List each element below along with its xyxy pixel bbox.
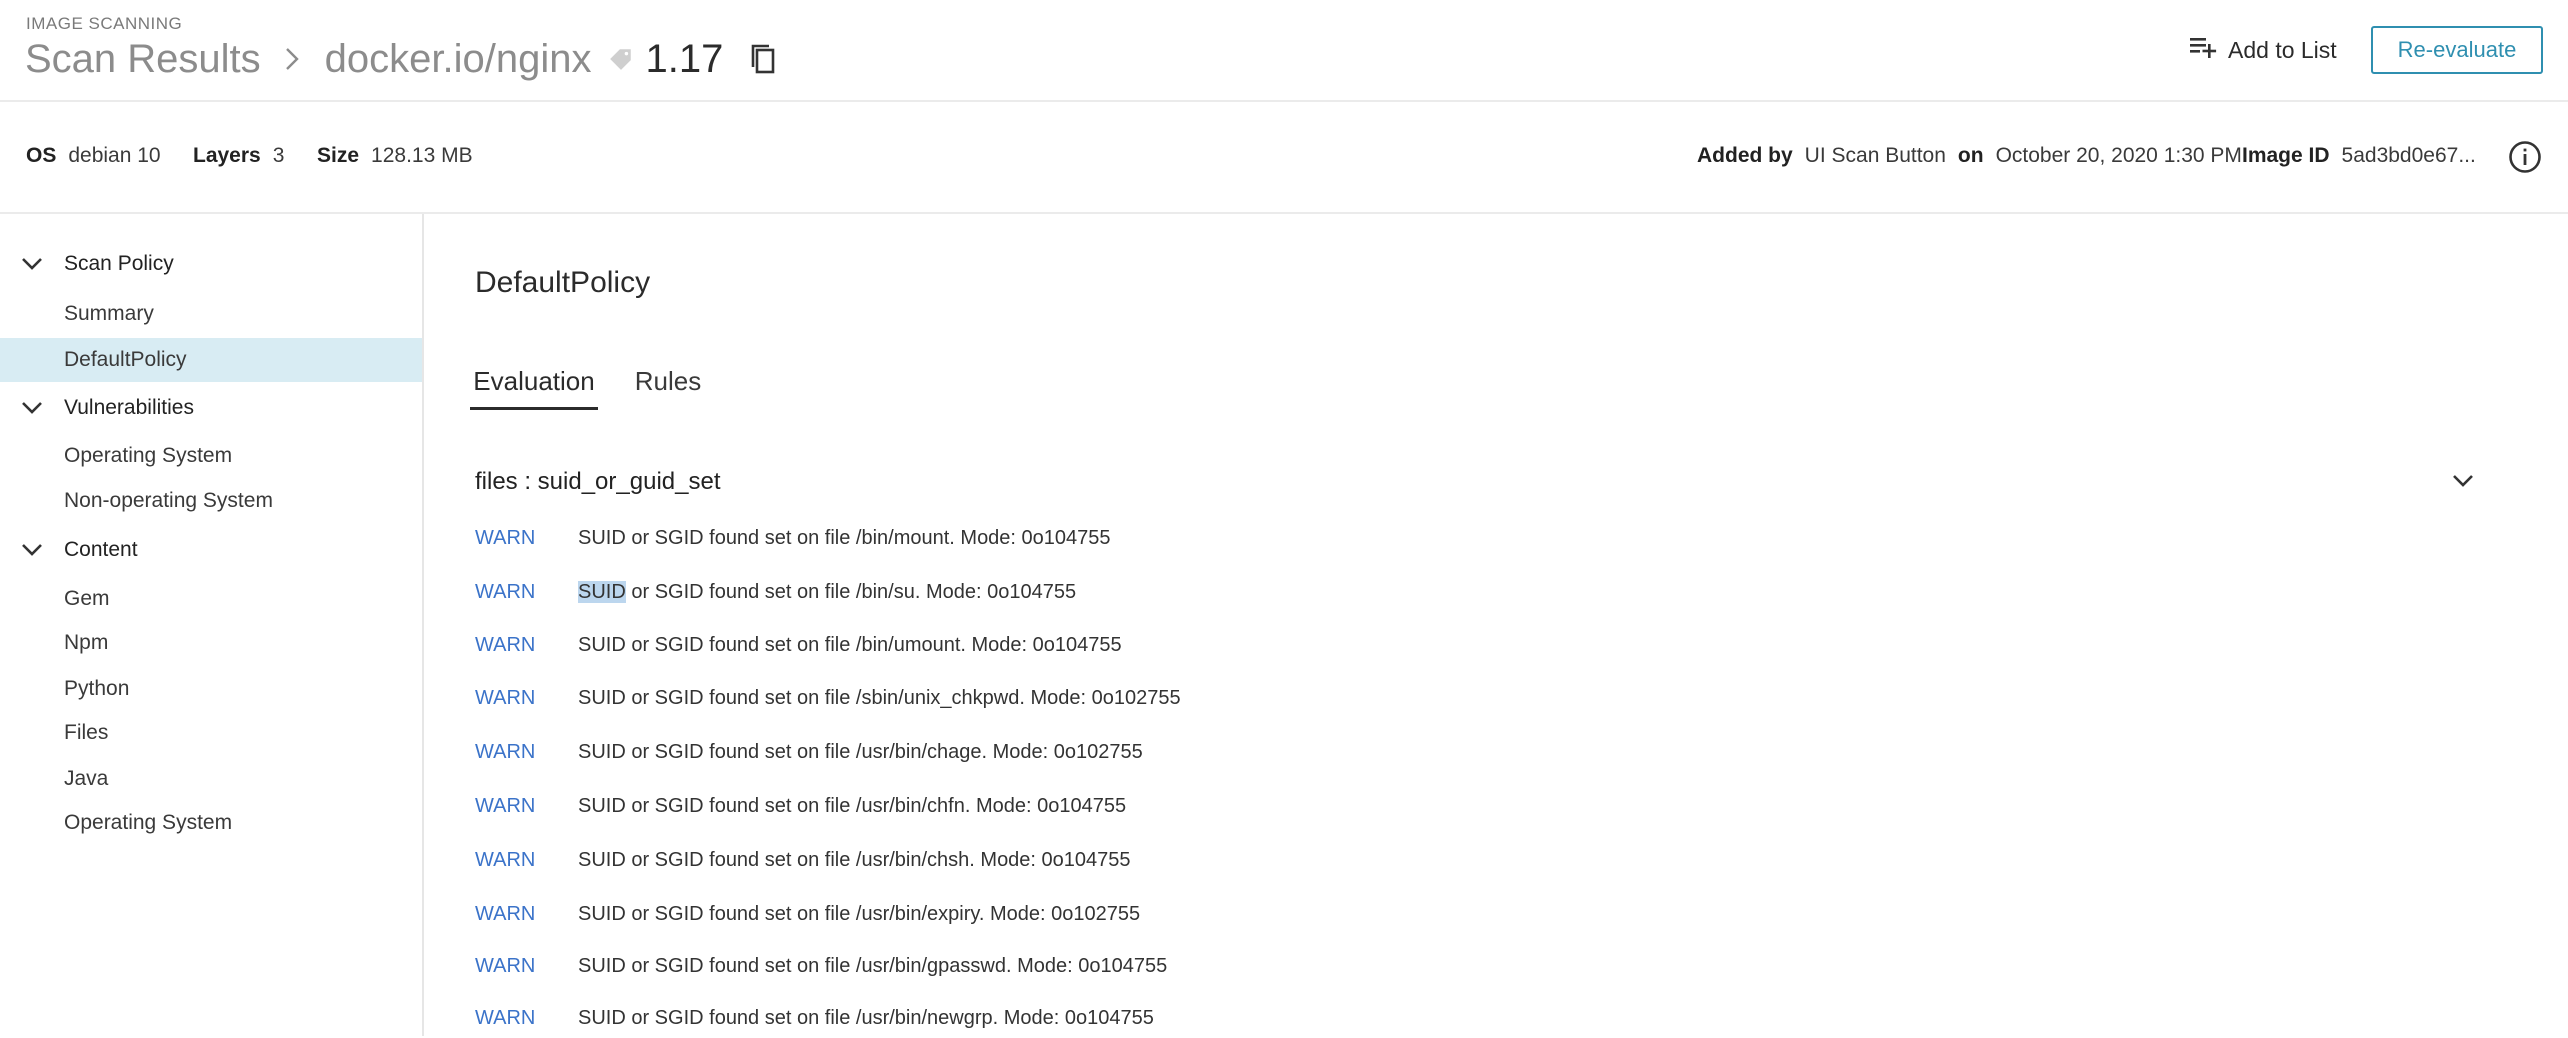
warn-link[interactable]: WARN bbox=[475, 955, 578, 978]
meta-added-by-label: Added by bbox=[1697, 144, 1793, 167]
image-tag: 1.17 bbox=[645, 36, 724, 81]
re-evaluate-button[interactable]: Re-evaluate bbox=[2371, 26, 2543, 74]
evaluation-row: WARN SUID or SGID found set on file /sbi… bbox=[475, 678, 2475, 718]
evaluation-row: WARN SUID or SGID found set on file /usr… bbox=[475, 732, 2475, 772]
evaluation-row: WARN SUID or SGID found set on file /bin… bbox=[475, 518, 2475, 558]
chevron-down-icon bbox=[0, 401, 64, 415]
sidebar-item-operating-system[interactable]: Operating System bbox=[0, 434, 422, 478]
chevron-down-icon bbox=[0, 257, 64, 271]
rule-group-title: files : suid_or_guid_set bbox=[475, 468, 721, 495]
sidebar-section-title: Content bbox=[64, 538, 138, 561]
meta-os-label: OS bbox=[26, 144, 57, 167]
sidebar-nav: Scan Policy Summary DefaultPolicy Vulner… bbox=[0, 214, 424, 1036]
row-message: SUID or SGID found set on file /bin/su. … bbox=[578, 580, 1077, 604]
row-message-rest: or SGID found set on file /bin/su. Mode:… bbox=[625, 580, 1077, 603]
meta-layers-label: Layers bbox=[193, 144, 261, 167]
meta-size-value: 128.13 MB bbox=[371, 144, 473, 167]
sidebar-section-title: Vulnerabilities bbox=[64, 396, 194, 419]
meta-added-by-value: UI Scan Button bbox=[1804, 144, 1946, 167]
sidebar-item-python[interactable]: Python bbox=[0, 667, 422, 711]
selected-text: SUID bbox=[578, 580, 626, 603]
warn-link[interactable]: WARN bbox=[475, 795, 578, 818]
sidebar-item-files[interactable]: Files bbox=[0, 711, 422, 755]
meta-os: OS debian 10 bbox=[26, 144, 161, 168]
chevron-down-icon[interactable] bbox=[2452, 474, 2474, 493]
warn-link[interactable]: WARN bbox=[475, 527, 578, 550]
sidebar-item-gem[interactable]: Gem bbox=[0, 577, 422, 621]
evaluation-row: WARN SUID or SGID found set on file /usr… bbox=[475, 840, 2475, 880]
meta-size-label: Size bbox=[317, 144, 360, 167]
sidebar-section-vulnerabilities[interactable]: Vulnerabilities bbox=[0, 388, 424, 428]
meta-size: Size 128.13 MB bbox=[317, 144, 473, 168]
repository-name: docker.io/nginx bbox=[324, 36, 592, 81]
row-message: SUID or SGID found set on file /sbin/uni… bbox=[578, 686, 1181, 709]
playlist-add-icon bbox=[2188, 35, 2218, 65]
meta-image-id: Image ID 5ad3bd0e67... bbox=[2242, 144, 2476, 168]
add-to-list-button[interactable]: Add to List bbox=[2188, 28, 2337, 72]
sidebar-item-java[interactable]: Java bbox=[0, 757, 422, 801]
evaluation-row: WARN SUID or SGID found set on file /usr… bbox=[475, 998, 2475, 1038]
add-to-list-label: Add to List bbox=[2228, 36, 2337, 63]
image-metadata-bar: OS debian 10 Layers 3 Size 128.13 MB Add… bbox=[0, 102, 2568, 214]
warn-link[interactable]: WARN bbox=[475, 1007, 578, 1030]
tag-icon bbox=[608, 46, 634, 72]
copy-icon[interactable] bbox=[749, 43, 777, 75]
chevron-down-icon bbox=[0, 543, 64, 557]
row-message: SUID or SGID found set on file /usr/bin/… bbox=[578, 848, 1131, 871]
meta-added-by: Added by UI Scan Button on October 20, 2… bbox=[1697, 144, 2242, 168]
warn-link[interactable]: WARN bbox=[475, 581, 578, 604]
meta-image-id-label: Image ID bbox=[2242, 144, 2330, 167]
meta-date-value: October 20, 2020 1:30 PM bbox=[1995, 144, 2242, 167]
warn-link[interactable]: WARN bbox=[475, 634, 578, 657]
sidebar-item-non-operating-system[interactable]: Non-operating System bbox=[0, 479, 422, 523]
sidebar-item-defaultpolicy[interactable]: DefaultPolicy bbox=[0, 338, 422, 382]
sidebar-section-scan-policy[interactable]: Scan Policy bbox=[0, 244, 424, 284]
sidebar-item-summary[interactable]: Summary bbox=[0, 292, 422, 336]
evaluation-row: WARN SUID or SGID found set on file /bin… bbox=[475, 572, 2475, 612]
evaluation-row: WARN SUID or SGID found set on file /bin… bbox=[475, 625, 2475, 665]
sidebar-section-content[interactable]: Content bbox=[0, 530, 424, 570]
meta-layers-value: 3 bbox=[272, 144, 285, 167]
meta-layers: Layers 3 bbox=[193, 144, 284, 168]
meta-os-value: debian 10 bbox=[68, 144, 161, 167]
warn-link[interactable]: WARN bbox=[475, 903, 578, 926]
sidebar-item-npm[interactable]: Npm bbox=[0, 621, 422, 665]
chevron-right-icon bbox=[285, 44, 305, 74]
row-message: SUID or SGID found set on file /usr/bin/… bbox=[578, 1006, 1154, 1029]
evaluation-row: WARN SUID or SGID found set on file /usr… bbox=[475, 946, 2475, 986]
warn-link[interactable]: WARN bbox=[475, 849, 578, 872]
warn-link[interactable]: WARN bbox=[475, 687, 578, 710]
row-message: SUID or SGID found set on file /usr/bin/… bbox=[578, 740, 1143, 763]
meta-image-id-value: 5ad3bd0e67... bbox=[2341, 144, 2476, 167]
row-message: SUID or SGID found set on file /usr/bin/… bbox=[578, 954, 1168, 977]
sidebar-item-content-operating-system[interactable]: Operating System bbox=[0, 801, 422, 845]
tab-rules[interactable]: Rules bbox=[628, 360, 708, 410]
row-message: SUID or SGID found set on file /bin/umou… bbox=[578, 633, 1122, 656]
row-message: SUID or SGID found set on file /bin/moun… bbox=[578, 526, 1111, 549]
row-message: SUID or SGID found set on file /usr/bin/… bbox=[578, 794, 1127, 817]
page-header: IMAGE SCANNING Scan Results docker.io/ng… bbox=[0, 0, 2568, 102]
sidebar-section-title: Scan Policy bbox=[64, 252, 174, 275]
info-icon[interactable] bbox=[2508, 140, 2542, 179]
evaluation-row: WARN SUID or SGID found set on file /usr… bbox=[475, 786, 2475, 826]
breadcrumb: Scan Results docker.io/nginx 1.17 bbox=[25, 30, 777, 88]
page-title: DefaultPolicy bbox=[475, 266, 651, 299]
warn-link[interactable]: WARN bbox=[475, 741, 578, 764]
row-message: SUID or SGID found set on file /usr/bin/… bbox=[578, 902, 1141, 925]
meta-on-label: on bbox=[1957, 144, 1984, 167]
tab-evaluation[interactable]: Evaluation bbox=[470, 360, 598, 410]
evaluation-row: WARN SUID or SGID found set on file /usr… bbox=[475, 894, 2475, 934]
breadcrumb-scan-results-link[interactable]: Scan Results bbox=[25, 37, 261, 82]
